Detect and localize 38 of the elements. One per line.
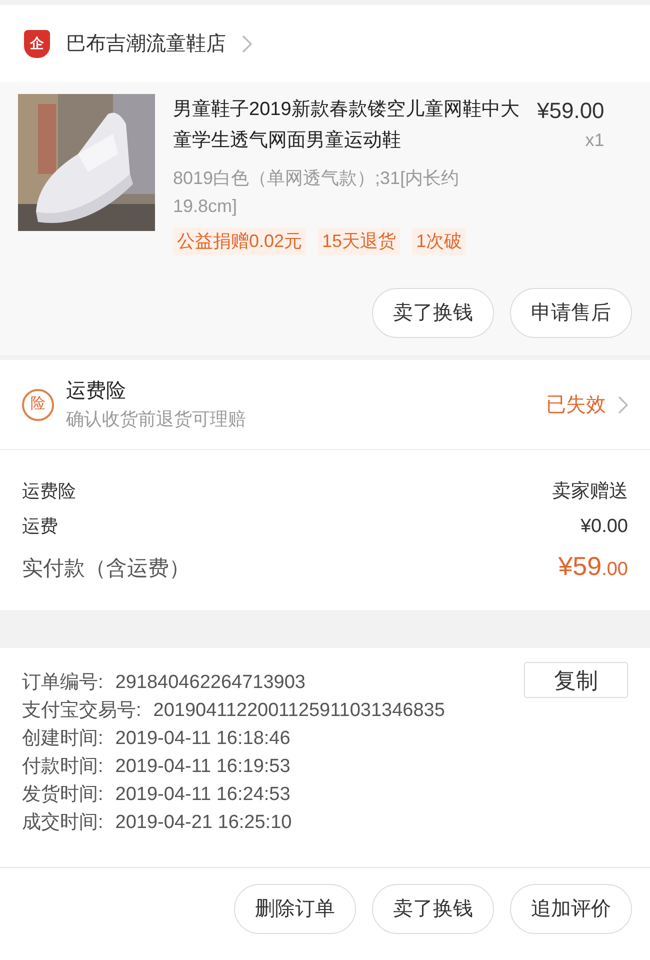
info-label: 创建时间: xyxy=(22,727,104,751)
insurance-subtitle: 确认收货前退货可理赔 xyxy=(66,408,247,431)
info-label: 付款时间: xyxy=(22,755,104,779)
info-label: 订单编号: xyxy=(22,671,104,695)
info-value: 2019-04-11 16:24:53 xyxy=(115,783,290,807)
cost-label: 实付款（含运费） xyxy=(22,556,190,582)
action-button[interactable]: 卖了换钱 xyxy=(372,288,494,338)
info-label: 支付宝交易号: xyxy=(22,699,142,723)
action-button[interactable]: 申请售后 xyxy=(510,288,632,338)
total-amount: ¥59.00 xyxy=(558,550,628,583)
action-button[interactable]: 追加评价 xyxy=(510,884,632,934)
info-value: 291840462264713903 xyxy=(115,671,306,695)
action-button[interactable]: 删除订单 xyxy=(234,884,356,934)
info-value: 2019-04-11 16:18:46 xyxy=(115,727,290,751)
product-spec: 8019白色（单网透气款）;31[内长约19.8cm] xyxy=(173,167,460,218)
info-label: 成交时间: xyxy=(22,811,104,835)
cost-label: 运费 xyxy=(22,514,58,538)
cost-value: ¥0.00 xyxy=(580,514,628,538)
chevron-right-icon xyxy=(242,34,252,52)
info-label: 发货时间: xyxy=(22,783,104,807)
product-price: ¥59.00 xyxy=(537,97,604,125)
cost-label: 运费险 xyxy=(22,480,76,503)
product-title[interactable]: 男童鞋子2019新款春款镂空儿童网鞋中大童学生透气网面男童运动鞋 xyxy=(173,94,525,156)
insurance-title: 运费险 xyxy=(66,379,127,404)
info-value: 2019-04-21 16:25:10 xyxy=(115,811,292,835)
cost-value: 卖家赠送 xyxy=(552,480,628,504)
info-value: 2019041122001125911031346835 xyxy=(153,699,445,723)
insurance-badge-icon: 险 xyxy=(22,388,54,420)
service-tag: 15天退货 xyxy=(318,228,400,255)
shop-badge-icon: 企 xyxy=(24,30,50,58)
shop-name[interactable]: 巴布吉潮流童鞋店 xyxy=(66,28,226,58)
service-tag: 1次破 xyxy=(412,228,466,255)
chevron-right-icon xyxy=(618,396,628,414)
quantity: x1 xyxy=(585,129,604,152)
service-tag: 公益捐赠0.02元 xyxy=(173,228,306,255)
action-button[interactable]: 卖了换钱 xyxy=(372,884,494,934)
copy-button[interactable]: 复制 xyxy=(524,662,628,698)
info-value: 2019-04-11 16:19:53 xyxy=(115,755,290,779)
